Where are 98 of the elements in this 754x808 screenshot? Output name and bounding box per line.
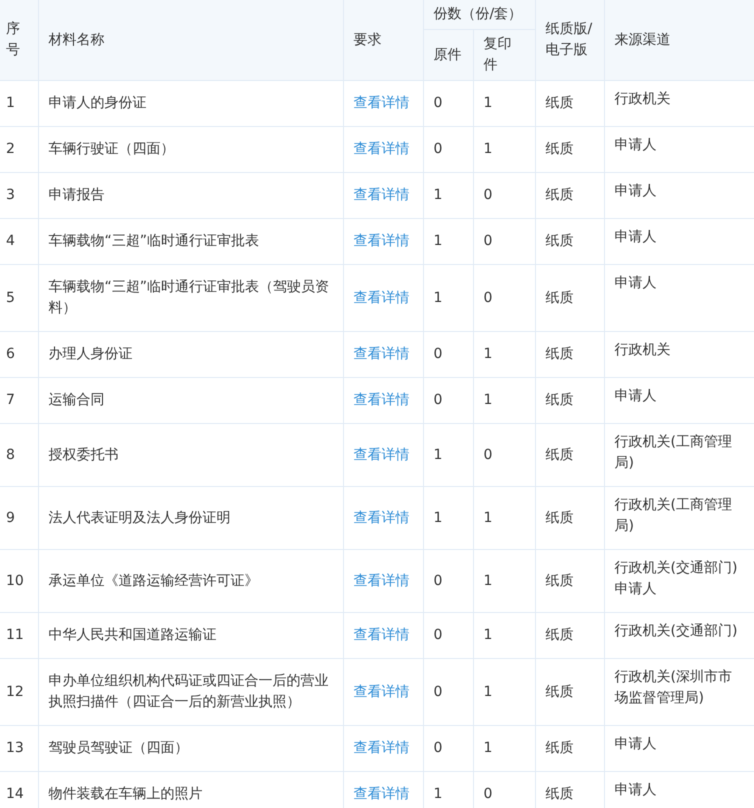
material-name: 车辆载物“三超”临时通行证审批表（驾驶员资料） <box>48 279 330 316</box>
format-cell: 纸质 <box>546 740 574 756</box>
format-cell: 纸质 <box>546 446 574 462</box>
row-number: 10 <box>6 572 24 588</box>
source-text: 申请人 <box>614 387 656 406</box>
original-count: 0 <box>434 392 442 408</box>
material-name: 中华人民共和国道路运输证 <box>48 627 216 643</box>
source-text: 行政机关 <box>614 341 670 360</box>
source-text: 申请人 <box>614 228 656 247</box>
column-header: 纸质版/电子版 <box>546 21 592 58</box>
material-name: 承运单位《道路运输经营许可证》 <box>48 572 258 588</box>
source-text: 行政机关(交通部门) <box>614 622 738 641</box>
copy-count: 0 <box>484 233 492 249</box>
column-header: 要求 <box>354 32 382 48</box>
details-link[interactable]: 查看详情 <box>354 446 410 462</box>
original-count: 0 <box>434 346 442 362</box>
copy-count: 0 <box>484 187 492 203</box>
original-count: 0 <box>434 141 442 157</box>
format-cell: 纸质 <box>546 95 574 111</box>
row-number: 7 <box>6 392 15 408</box>
copy-count: 1 <box>484 141 492 157</box>
column-header: 原件 <box>434 46 462 62</box>
original-count: 0 <box>434 95 442 111</box>
row-number: 11 <box>6 627 24 643</box>
original-count: 0 <box>434 740 442 756</box>
copy-count: 1 <box>484 627 492 643</box>
copy-count: 1 <box>484 740 492 756</box>
copy-count: 1 <box>484 95 492 111</box>
material-name: 法人代表证明及法人身份证明 <box>48 510 230 526</box>
format-cell: 纸质 <box>546 187 574 203</box>
copy-count: 1 <box>484 392 492 408</box>
source-text: 申请人 <box>614 580 656 599</box>
row-number: 9 <box>6 510 15 526</box>
column-header: 序号 <box>6 21 20 58</box>
material-name: 驾驶员驾驶证（四面） <box>48 740 188 756</box>
row-number: 12 <box>6 684 24 700</box>
original-count: 1 <box>434 446 442 462</box>
row-number: 6 <box>6 346 15 362</box>
row-number: 2 <box>6 141 15 157</box>
copy-count: 1 <box>484 346 492 362</box>
copy-count: 1 <box>484 684 492 700</box>
column-header: 来源渠道 <box>614 32 670 48</box>
format-cell: 纸质 <box>546 572 574 588</box>
source-text: 行政机关(交通部门) <box>614 559 738 578</box>
material-name: 车辆载物“三超”临时通行证审批表 <box>48 233 260 249</box>
original-count: 0 <box>434 684 442 700</box>
copy-count: 0 <box>484 446 492 462</box>
format-cell: 纸质 <box>546 786 574 802</box>
copy-count: 0 <box>484 786 492 802</box>
material-name: 申请人的身份证 <box>48 95 146 111</box>
material-name: 物件装载在车辆上的照片 <box>48 786 202 802</box>
original-count: 1 <box>434 786 442 802</box>
copy-count: 0 <box>484 290 492 306</box>
source-text: 行政机关(工商管理局) <box>614 496 733 536</box>
original-count: 0 <box>434 627 442 643</box>
material-name: 车辆行驶证（四面） <box>48 141 174 157</box>
column-header: 复印件 <box>484 36 512 73</box>
original-count: 1 <box>434 510 442 526</box>
source-text: 行政机关(工商管理局) <box>614 433 733 473</box>
source-text: 申请人 <box>614 781 656 800</box>
source-text: 申请人 <box>614 735 656 754</box>
row-number: 5 <box>6 290 15 306</box>
source-text: 申请人 <box>614 182 656 201</box>
row-number: 8 <box>6 446 15 462</box>
source-text: 行政机关 <box>614 90 670 109</box>
material-name: 申请报告 <box>48 187 104 203</box>
original-count: 0 <box>434 572 442 588</box>
format-cell: 纸质 <box>546 627 574 643</box>
row-number: 14 <box>6 786 24 802</box>
original-count: 1 <box>434 233 442 249</box>
format-cell: 纸质 <box>546 392 574 408</box>
details-link[interactable]: 查看详情 <box>354 572 410 588</box>
row-number: 4 <box>6 233 15 249</box>
source-text: 申请人 <box>614 136 656 155</box>
details-link[interactable]: 查看详情 <box>354 290 410 306</box>
material-name: 授权委托书 <box>48 446 118 462</box>
original-count: 1 <box>434 187 442 203</box>
column-header: 材料名称 <box>48 32 104 48</box>
original-count: 1 <box>434 290 442 306</box>
format-cell: 纸质 <box>546 684 574 700</box>
format-cell: 纸质 <box>546 141 574 157</box>
source-text: 申请人 <box>614 274 656 293</box>
copy-count: 1 <box>484 572 492 588</box>
material-name: 办理人身份证 <box>48 346 132 362</box>
row-number: 13 <box>6 740 24 756</box>
details-link[interactable]: 查看详情 <box>354 510 410 526</box>
material-name: 运输合同 <box>48 392 104 408</box>
source-text: 行政机关(深圳市市场监督管理局) <box>614 668 733 708</box>
format-cell: 纸质 <box>546 290 574 306</box>
details-link[interactable]: 查看详情 <box>354 684 410 700</box>
format-cell: 纸质 <box>546 233 574 249</box>
row-number: 3 <box>6 187 15 203</box>
format-cell: 纸质 <box>546 510 574 526</box>
copy-count: 1 <box>484 510 492 526</box>
column-header: 份数（份/套） <box>434 6 522 22</box>
format-cell: 纸质 <box>546 346 574 362</box>
row-number: 1 <box>6 95 15 111</box>
material-name: 申办单位组织机构代码证或四证合一后的营业执照扫描件（四证合一后的新营业执照） <box>48 673 328 710</box>
